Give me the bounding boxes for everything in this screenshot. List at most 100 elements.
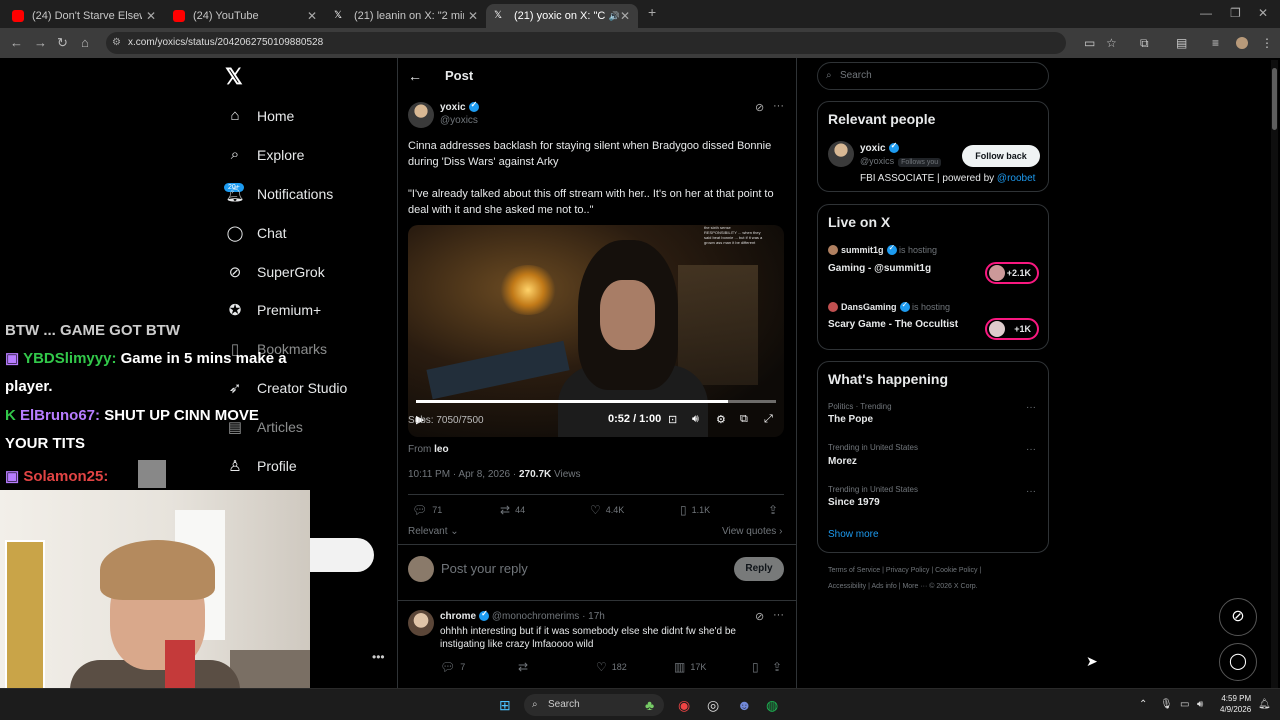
browser-tab-active[interactable]: 𝕏 (21) yoxic on X: "Cinna add 🔊 ✕ <box>486 4 638 28</box>
repost-action[interactable]: ⇄ 44 <box>500 503 525 517</box>
pip-icon[interactable]: ⧉ <box>740 413 748 426</box>
sidepanel-icon[interactable]: ▤ <box>1176 36 1187 50</box>
url-bar[interactable]: x.com/yoxics/status/2042062750109880528 <box>106 32 1066 54</box>
system-clock[interactable]: 4:59 PM 4/9/2026 <box>1220 693 1251 715</box>
browser-tab[interactable]: 𝕏 (21) leanin on X: "2 minutes ano ✕ <box>326 4 486 28</box>
video-player[interactable]: the sixth sense RESPONSIBILITY ... when … <box>408 225 784 437</box>
more-options-icon[interactable]: ··· <box>1026 402 1036 413</box>
minimize-icon[interactable]: — <box>1200 6 1212 20</box>
grok-icon[interactable]: ⊘ <box>755 610 764 623</box>
footer-links[interactable]: Terms of Service | Privacy Policy | Cook… <box>828 563 1048 579</box>
nav-chat[interactable]: ◯ Chat <box>225 224 287 242</box>
comment-author[interactable]: chrome @monochromerims · 17h <box>440 609 605 622</box>
comment-bookmark-action[interactable]: ▯ <box>752 660 764 674</box>
browser-tab[interactable]: (24) Don't Starve Elsewhere - G ✕ <box>4 4 164 28</box>
author-handle[interactable]: @yoxics <box>440 115 478 126</box>
nav-creator-studio[interactable]: ➶ Creator Studio <box>225 379 348 397</box>
close-tab-icon[interactable]: ✕ <box>146 9 156 23</box>
comment-views-action[interactable]: ▥ 17K <box>674 660 706 674</box>
nav-explore[interactable]: ⌕ Explore <box>225 146 305 163</box>
reply-action[interactable]: 💬︎ 71 <box>412 503 442 517</box>
view-quotes-link[interactable]: View quotes › <box>722 526 782 537</box>
fullscreen-icon[interactable]: ⤢ <box>764 413 773 426</box>
media-icon[interactable]: ≡ <box>1212 36 1219 50</box>
more-options-icon[interactable]: ··· <box>773 609 784 621</box>
video-progress-bar[interactable] <box>416 400 776 403</box>
live-title[interactable]: Scary Game - The Occultist <box>828 319 958 330</box>
scrollbar-thumb[interactable] <box>1272 68 1277 130</box>
footer-links[interactable]: Accessibility | Ads info | More ··· © 20… <box>828 579 1048 595</box>
volume-icon[interactable]: 🔊︎ <box>1197 699 1203 710</box>
settings-icon[interactable]: ⚙ <box>716 413 726 426</box>
close-tab-icon[interactable]: ✕ <box>468 9 478 23</box>
forward-icon[interactable]: → <box>34 35 47 50</box>
bio-link[interactable]: @roobet <box>997 173 1036 184</box>
author-name[interactable]: yoxic <box>440 100 479 113</box>
browser-tab[interactable]: (24) YouTube ✕ <box>165 4 325 28</box>
more-options-icon[interactable]: ··· <box>773 100 784 112</box>
live-host[interactable]: summit1g is hosting <box>828 243 937 255</box>
bookmark-action[interactable]: ▯ 1.1K <box>680 503 710 517</box>
nav-supergrok[interactable]: ⊘ SuperGrok <box>225 263 325 281</box>
comment-avatar[interactable] <box>408 610 434 636</box>
back-arrow-icon[interactable]: ← <box>408 68 422 84</box>
nav-profile[interactable]: ♙ Profile <box>225 457 296 475</box>
nav-home[interactable]: ⌂ Home <box>225 107 294 124</box>
show-more-link[interactable]: Show more <box>828 529 879 540</box>
scrollbar[interactable] <box>1271 60 1278 688</box>
close-tab-icon[interactable]: ✕ <box>307 9 317 23</box>
reply-input[interactable]: Post your reply <box>441 561 528 576</box>
mic-icon[interactable]: 🎙︎ <box>1160 699 1173 710</box>
notification-icon[interactable]: 🔔︎ <box>1258 699 1271 710</box>
more-options-icon[interactable]: ··· <box>1026 444 1036 455</box>
taskbar-search[interactable]: ⌕ Search <box>524 694 664 716</box>
comment-repost-action[interactable]: ⇄ <box>518 660 533 674</box>
windows-start-icon[interactable]: ⊞ <box>499 697 511 714</box>
reload-icon[interactable]: ↻ <box>57 35 68 51</box>
close-tab-icon[interactable]: ✕ <box>620 9 630 23</box>
back-icon[interactable]: ← <box>10 35 23 50</box>
live-listeners-pill[interactable]: +1K <box>985 318 1039 340</box>
sort-dropdown[interactable]: Relevant ⌄ <box>408 526 459 537</box>
volume-icon[interactable]: 🔊︎ <box>692 413 699 426</box>
relevant-person-avatar[interactable] <box>828 141 854 167</box>
author-avatar[interactable] <box>408 102 434 128</box>
trend-name[interactable]: Morez <box>828 456 857 467</box>
chat-fab-button[interactable]: ◯ <box>1219 643 1257 681</box>
new-tab-button[interactable]: + <box>648 4 656 20</box>
star-icon[interactable]: ☆ <box>1106 36 1117 50</box>
widget-icon[interactable]: ♣ <box>645 697 654 713</box>
captions-icon[interactable]: ⊡ <box>668 413 677 426</box>
grok-fab-button[interactable]: ⊘ <box>1219 598 1257 636</box>
search-input[interactable]: ⌕ Search <box>817 62 1049 90</box>
x-logo[interactable]: 𝕏 <box>225 64 243 90</box>
trend-name[interactable]: The Pope <box>828 414 873 425</box>
site-info-icon[interactable]: ⚙ <box>112 37 121 48</box>
maximize-icon[interactable]: ❐ <box>1230 6 1241 20</box>
follow-back-button[interactable]: Follow back <box>962 145 1040 167</box>
trend-name[interactable]: Since 1979 <box>828 497 880 508</box>
install-icon[interactable]: ▭ <box>1084 36 1095 50</box>
speaker-icon[interactable]: 🔊 <box>609 11 620 22</box>
close-window-icon[interactable]: ✕ <box>1258 6 1268 20</box>
live-listeners-pill[interactable]: +2.1K <box>985 262 1039 284</box>
network-icon[interactable]: ▭ <box>1180 699 1189 710</box>
spotify-icon[interactable]: ◍ <box>766 697 778 714</box>
share-action[interactable]: ⇪ <box>768 503 783 517</box>
chrome-icon[interactable]: ◉ <box>678 697 690 714</box>
relevant-person-name[interactable]: yoxic <box>860 141 899 154</box>
from-source-link[interactable]: leo <box>434 444 448 455</box>
like-action[interactable]: ♡ 4.4K <box>590 503 624 517</box>
relevant-person-handle[interactable]: @yoxics Follows you <box>860 156 942 167</box>
extensions-icon[interactable]: ⧉ <box>1140 36 1149 51</box>
comment-like-action[interactable]: ♡ 182 <box>596 660 627 674</box>
profile-avatar[interactable] <box>1236 37 1248 49</box>
more-options-icon[interactable]: ··· <box>1026 486 1036 497</box>
discord-icon[interactable]: ☻ <box>737 697 752 713</box>
menu-icon[interactable]: ⋮ <box>1261 36 1273 50</box>
nav-premium[interactable]: ✪ Premium+ <box>225 301 321 319</box>
reply-button[interactable]: Reply <box>734 557 784 581</box>
live-title[interactable]: Gaming - @summit1g <box>828 263 931 274</box>
tray-expand-icon[interactable]: ⌃ <box>1139 699 1147 710</box>
obs-icon[interactable]: ◎ <box>707 697 719 714</box>
